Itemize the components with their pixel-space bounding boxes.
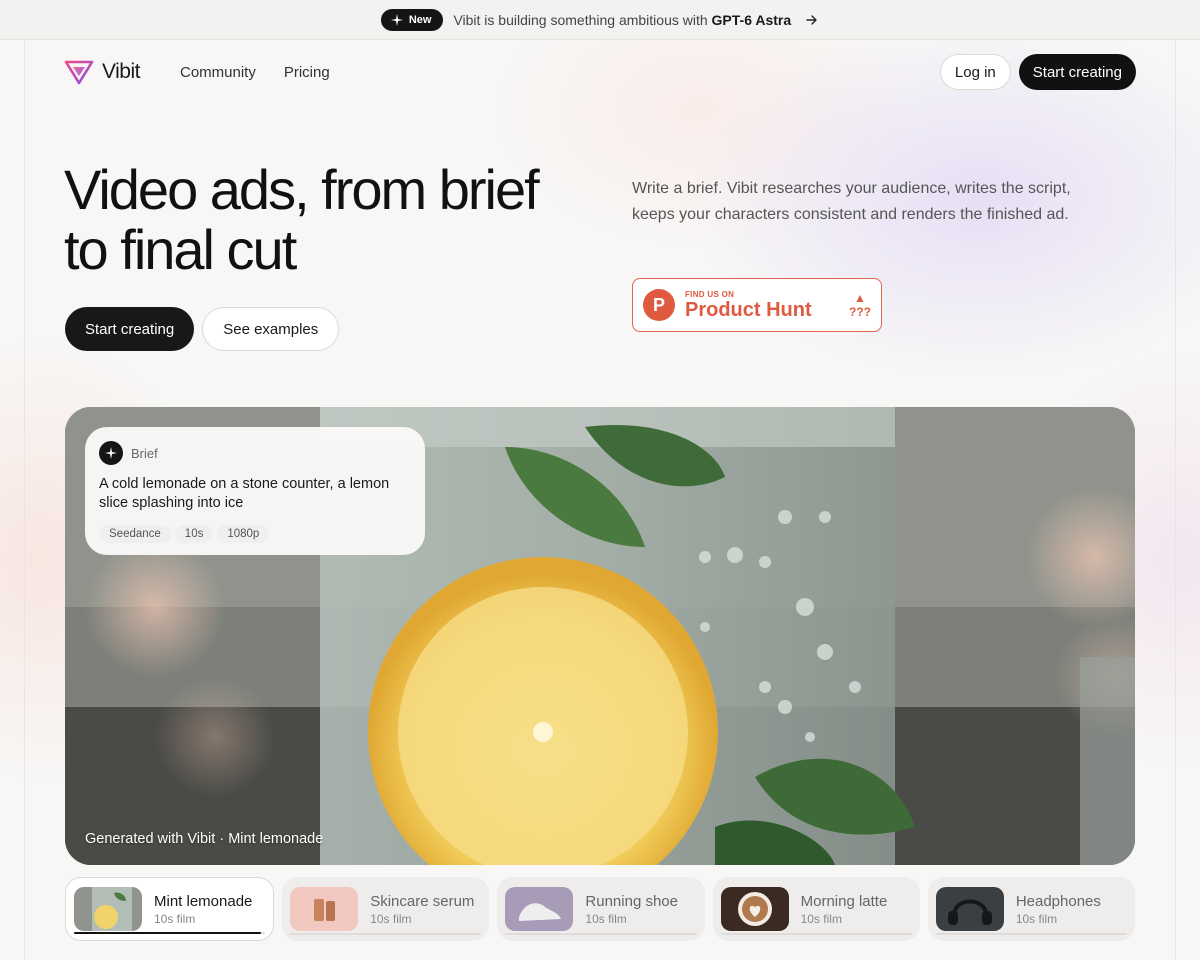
sparkle-icon: [105, 447, 117, 459]
thumbnail-running-shoe[interactable]: Running shoe 10s film: [497, 877, 705, 941]
thumbnail-progress-track: [290, 933, 482, 935]
skincare-thumbnail-image: [290, 887, 359, 931]
thumbnail-headphones[interactable]: Headphones 10s film: [927, 877, 1136, 941]
new-badge: New: [380, 8, 444, 31]
latte-thumbnail-image: [720, 887, 789, 931]
announcement-highlight: GPT-6 Astra: [711, 11, 792, 28]
logo-text: Vibit: [102, 60, 140, 83]
logo[interactable]: Vibit: [64, 59, 140, 85]
thumbnail-subtitle: 10s film: [800, 911, 842, 926]
thumbnail-image: [74, 887, 142, 931]
thumbnail-morning-latte[interactable]: Morning latte 10s film: [712, 877, 920, 941]
product-hunt-badge[interactable]: P FIND US ON Product Hunt ▲ ???: [632, 278, 882, 332]
sparkle-icon: [390, 13, 403, 26]
brief-icon: [99, 441, 123, 465]
hero-start-creating-button[interactable]: Start creating: [65, 307, 195, 351]
announcement-bar[interactable]: New Vibit is building something ambitiou…: [0, 0, 1200, 40]
thumbnail-strip: Mint lemonade 10s film Skincare serum 10…: [65, 877, 1136, 941]
new-badge-label: New: [408, 13, 432, 26]
thumbnail-meta: Headphones 10s film: [1016, 893, 1101, 926]
tag-duration: 10s: [174, 525, 214, 543]
thumbnail-subtitle: 10s film: [585, 911, 627, 926]
thumbnail-progress-fill: [74, 932, 262, 934]
thumbnail-image: [505, 887, 574, 931]
arrow-right-icon[interactable]: [805, 13, 819, 27]
frame-line-left: [24, 40, 25, 960]
thumbnail-title: Running shoe: [585, 892, 678, 910]
nav-links: Community Pricing: [180, 64, 330, 81]
thumbnail-meta: Mint lemonade 10s film: [154, 893, 252, 926]
shoe-thumbnail-image: [505, 887, 574, 931]
product-hunt-big-text: Product Hunt: [685, 298, 812, 321]
hero-description: Write a brief. Vibit researches your aud…: [632, 180, 1071, 223]
thumbnail-skincare-serum[interactable]: Skincare serum 10s film: [282, 877, 490, 941]
thumbnail-meta: Running shoe 10s film: [585, 893, 678, 926]
thumbnail-image: [290, 887, 359, 931]
nav-link-pricing[interactable]: Pricing: [284, 64, 330, 81]
brief-header: Brief: [99, 441, 411, 465]
thumbnail-title: Mint lemonade: [154, 892, 253, 910]
thumbnail-subtitle: 10s film: [1015, 911, 1058, 926]
tag-resolution: 1080p: [217, 525, 270, 543]
thumbnail-progress-track: [74, 932, 266, 934]
product-hunt-small-text: FIND US ON: [685, 289, 735, 299]
thumbnail-progress-track: [505, 933, 697, 935]
top-nav: Vibit Community Pricing Log in Start cre…: [64, 54, 1136, 90]
frame-line-right: [1175, 40, 1176, 960]
hero-ctas: Start creating See examples: [65, 307, 340, 351]
thumbnail-progress-track: [935, 933, 1128, 935]
brief-card: Brief A cold lemonade on a stone counter…: [85, 427, 425, 555]
thumbnail-title: Headphones: [1015, 892, 1101, 910]
thumbnail-mint-lemonade[interactable]: Mint lemonade 10s film: [65, 877, 275, 941]
thumbnail-meta: Skincare serum 10s film: [370, 893, 474, 926]
login-button[interactable]: Log in: [939, 54, 1011, 90]
nav-start-creating-button[interactable]: Start creating: [1018, 54, 1136, 90]
video-caption: Generated with Vibit · Mint lemonade: [85, 831, 324, 847]
hero-video[interactable]: Brief A cold lemonade on a stone counter…: [65, 407, 1135, 865]
announcement-text-main: Vibit is building something ambitious wi…: [453, 11, 708, 28]
lemonade-thumbnail-image: [74, 887, 142, 931]
thumbnail-title: Morning latte: [800, 892, 888, 910]
upvote-triangle-icon: ▲: [854, 291, 866, 305]
thumbnail-progress-track: [720, 933, 912, 935]
nav-link-community[interactable]: Community: [180, 64, 256, 81]
brief-text: A cold lemonade on a stone counter, a le…: [99, 476, 390, 511]
hero-title: Video ads, from brief to final cut: [64, 158, 540, 281]
thumbnail-image: [935, 887, 1004, 931]
thumbnail-title: Skincare serum: [370, 892, 475, 910]
product-hunt-vote-count: ???: [849, 305, 871, 319]
product-hunt-logo-icon: P: [643, 289, 675, 321]
thumbnail-meta: Morning latte 10s film: [801, 893, 888, 926]
product-hunt-votes: ▲ ???: [849, 291, 871, 319]
thumbnail-subtitle: 10s film: [154, 911, 196, 926]
thumbnail-image: [720, 887, 789, 931]
see-examples-button[interactable]: See examples: [202, 307, 340, 351]
brief-tags: Seedance 10s 1080p: [99, 525, 411, 543]
product-hunt-text: FIND US ON Product Hunt: [685, 290, 812, 321]
vibit-logo-icon: [64, 60, 94, 85]
headphones-thumbnail-image: [935, 887, 1004, 931]
tag-model: Seedance: [99, 525, 171, 543]
nav-actions: Log in Start creating: [939, 54, 1136, 90]
announcement-text: Vibit is building something ambitious wi…: [453, 12, 791, 28]
thumbnail-subtitle: 10s film: [370, 911, 412, 926]
brief-label: Brief: [131, 445, 158, 461]
